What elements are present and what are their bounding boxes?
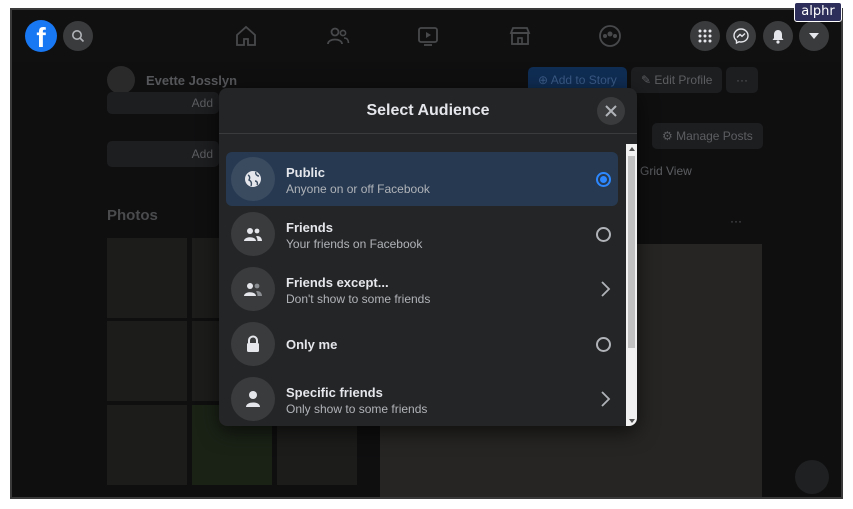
option-subtitle: Only show to some friends: [286, 402, 428, 416]
manage-posts-button[interactable]: ⚙ Manage Posts: [652, 123, 763, 149]
option-title: Public: [286, 165, 326, 180]
radio-selected[interactable]: [596, 172, 611, 187]
close-icon: [605, 105, 617, 117]
plus-circle-icon: ⊕: [538, 73, 551, 87]
profile-name: Evette Josslyn: [146, 73, 238, 88]
search-icon: [72, 30, 85, 43]
post-more-button[interactable]: ···: [720, 208, 752, 234]
watch-icon[interactable]: [416, 24, 440, 48]
option-title: Only me: [286, 337, 338, 352]
audience-option-only-me[interactable]: Only me: [226, 317, 618, 371]
audience-option-friends[interactable]: Friends Your friends on Facebook: [226, 207, 618, 261]
option-subtitle: Don't show to some friends: [286, 292, 431, 306]
globe-icon: [231, 157, 275, 201]
option-title: Friends: [286, 220, 333, 235]
photos-heading: Photos: [107, 207, 158, 224]
photo-thumbnail[interactable]: [107, 321, 187, 401]
audience-options-list: Public Anyone on or off Facebook Friends…: [219, 142, 625, 426]
avatar: [107, 66, 135, 94]
notifications-button[interactable]: [763, 21, 793, 51]
messenger-icon: [733, 28, 749, 44]
manage-posts-label: Manage Posts: [676, 129, 753, 143]
menu-button[interactable]: [690, 21, 720, 51]
add-to-story-label: Add to Story: [550, 73, 617, 87]
edit-profile-button[interactable]: ✎ Edit Profile: [631, 67, 723, 93]
chevron-right-icon[interactable]: [598, 280, 612, 298]
partial-add-button-2[interactable]: Add: [107, 141, 219, 167]
lock-icon: [231, 322, 275, 366]
friends-nav-icon[interactable]: [326, 24, 350, 48]
pencil-icon: ✎: [641, 73, 655, 87]
bell-icon: [772, 29, 784, 44]
chevron-right-icon[interactable]: [598, 390, 612, 408]
photo-thumbnail[interactable]: [107, 405, 187, 485]
groups-icon[interactable]: [598, 24, 622, 48]
friends-icon: [231, 212, 275, 256]
option-subtitle: Your friends on Facebook: [286, 237, 423, 251]
edit-profile-label: Edit Profile: [654, 73, 713, 87]
search-button[interactable]: [63, 21, 93, 51]
option-title: Specific friends: [286, 385, 383, 400]
close-button[interactable]: [597, 97, 625, 125]
top-navigation-bar: f: [12, 10, 841, 62]
radio-unselected[interactable]: [596, 227, 611, 242]
gear-icon: ⚙: [662, 129, 677, 143]
facebook-logo[interactable]: f: [25, 20, 57, 52]
more-options-button[interactable]: ···: [726, 67, 758, 93]
audience-option-specific-friends[interactable]: Specific friends Only show to some frien…: [226, 372, 618, 426]
friends-except-icon: [231, 267, 275, 311]
photo-thumbnail[interactable]: [107, 238, 187, 318]
scrollbar[interactable]: [626, 144, 637, 426]
option-title: Friends except...: [286, 275, 389, 290]
new-message-button[interactable]: [795, 460, 829, 494]
watermark-logo: alphr: [794, 2, 842, 22]
app-window: f Evette Josslyn ⊕ Add to Story ✎ Edit P…: [10, 8, 843, 499]
scroll-down-arrow-icon[interactable]: [629, 419, 635, 423]
audience-option-friends-except[interactable]: Friends except... Don't show to some fri…: [226, 262, 618, 316]
option-subtitle: Anyone on or off Facebook: [286, 182, 430, 196]
dialog-title: Select Audience: [219, 88, 637, 134]
marketplace-icon[interactable]: [508, 24, 532, 48]
person-icon: [231, 377, 275, 421]
select-audience-dialog: Select Audience Public Anyone on or off …: [219, 88, 637, 426]
menu-grid-icon: [698, 29, 712, 43]
radio-unselected[interactable]: [596, 337, 611, 352]
scroll-thumb[interactable]: [628, 156, 635, 348]
account-button[interactable]: [799, 21, 829, 51]
home-icon[interactable]: [234, 24, 258, 48]
caret-down-icon: [809, 33, 819, 39]
scroll-up-arrow-icon[interactable]: [629, 147, 635, 151]
partial-add-button[interactable]: Add: [107, 92, 219, 114]
grid-view-button[interactable]: Grid View: [630, 158, 702, 184]
audience-option-public[interactable]: Public Anyone on or off Facebook: [226, 152, 618, 206]
messenger-button[interactable]: [726, 21, 756, 51]
